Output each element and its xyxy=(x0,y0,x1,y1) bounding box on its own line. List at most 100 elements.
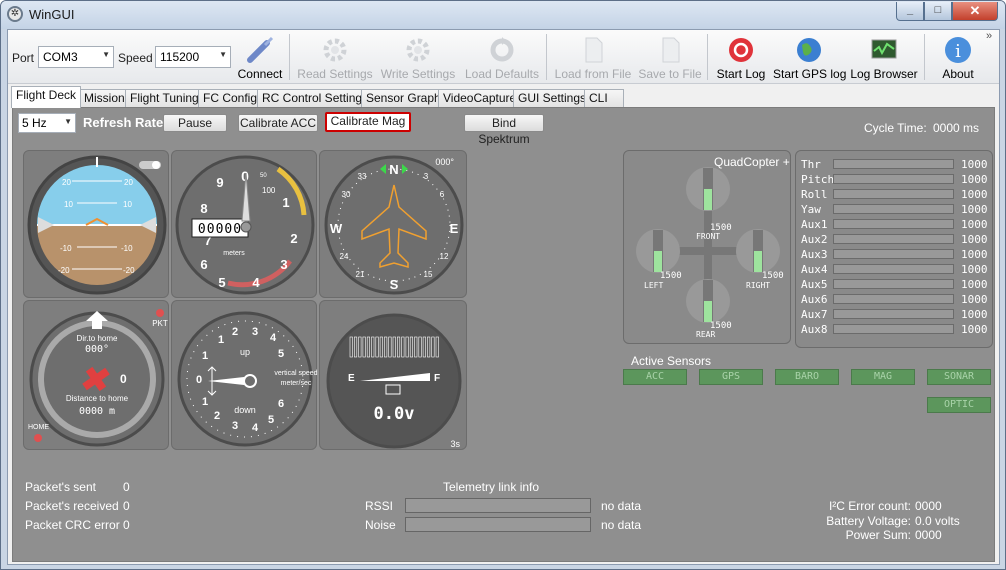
connect-plug-icon xyxy=(247,36,274,63)
tab-flight-tuning[interactable]: Flight Tuning xyxy=(125,89,204,107)
speed-select[interactable]: 115200 ▼ xyxy=(155,46,231,68)
altimeter-unit: meters xyxy=(223,250,245,257)
battery-empty-label: E xyxy=(348,373,355,384)
heading-north: N xyxy=(389,162,398,177)
connect-button[interactable]: Connect xyxy=(234,33,286,81)
read-settings-label: Read Settings xyxy=(297,67,373,81)
file-icon xyxy=(662,37,680,63)
rc-channel-row: Thr 1000 xyxy=(796,157,992,172)
rc-channel-bar xyxy=(833,174,954,184)
tab-sensor-graph[interactable]: Sensor Graph xyxy=(361,89,446,107)
rc-channel-value: 1000 xyxy=(961,323,988,336)
calibrate-mag-button[interactable]: Calibrate Mag xyxy=(325,112,411,132)
about-button[interactable]: i About xyxy=(930,33,986,81)
vario-number: 5 xyxy=(278,348,284,360)
pkt-label: PKT xyxy=(152,319,168,328)
motor-bar xyxy=(704,301,712,322)
sensor-mag: MAG xyxy=(851,369,915,385)
rc-channel-value: 1000 xyxy=(961,188,988,201)
vario-up-label: up xyxy=(240,347,250,357)
port-select[interactable]: COM3 ▼ xyxy=(38,46,114,68)
load-from-file-button[interactable]: Load from File xyxy=(552,33,634,81)
i2c-error-value: 0000 xyxy=(915,499,942,513)
attitude-tick-label: -10 xyxy=(121,244,133,253)
minimize-button[interactable]: _ xyxy=(896,2,924,21)
motor-bar xyxy=(704,189,712,210)
tab-gui-settings[interactable]: GUI Settings xyxy=(513,89,592,107)
write-settings-button[interactable]: Write Settings xyxy=(378,33,458,81)
noise-value: no data xyxy=(601,518,642,532)
rc-channel-name: Yaw xyxy=(801,203,821,216)
packet-crc-label: Packet CRC error xyxy=(25,518,120,532)
motor-bar xyxy=(654,251,662,272)
vario-number: 3 xyxy=(232,420,238,432)
port-label: Port xyxy=(12,51,35,65)
gear-icon xyxy=(406,38,430,62)
start-log-label: Start Log xyxy=(716,67,766,81)
battery-time: 3s xyxy=(450,439,460,449)
calibrate-acc-button[interactable]: Calibrate ACC xyxy=(238,114,318,132)
about-label: About xyxy=(942,67,974,81)
refresh-rate-select[interactable]: 5 Hz ▼ xyxy=(18,113,76,133)
rear-label: REAR xyxy=(696,330,716,339)
toolbar: Port COM3 ▼ Speed 115200 ▼ Connect Read Se… xyxy=(8,30,999,84)
rc-channel-name: Aux6 xyxy=(801,293,828,306)
altimeter-face: 0 1 2 3 4 5 6 7 8 9 50 100 00000 meters xyxy=(175,155,315,295)
tab-fc-config[interactable]: FC Config xyxy=(198,89,263,107)
heading-east: E xyxy=(450,221,459,236)
load-defaults-button[interactable]: Load Defaults xyxy=(462,33,542,81)
quad-diagram xyxy=(636,167,780,323)
rc-channel-row: Pitch 1000 xyxy=(796,172,992,187)
log-browser-button[interactable]: Log Browser xyxy=(849,33,919,81)
tab-videocapture[interactable]: VideoCapture xyxy=(438,89,522,107)
tab-mission[interactable]: Mission xyxy=(79,89,130,107)
rc-channel-name: Aux1 xyxy=(801,218,828,231)
rc-channel-bar xyxy=(833,279,954,289)
pause-button[interactable]: Pause xyxy=(163,114,227,132)
cycle-time-value: 0000 ms xyxy=(933,121,980,135)
rc-channel-bar xyxy=(833,219,954,229)
tab-flight-deck[interactable]: Flight Deck xyxy=(11,86,82,108)
close-button[interactable]: ✕ xyxy=(952,2,998,21)
motor-bar xyxy=(754,251,762,272)
noise-bar xyxy=(405,517,591,532)
heading-tick: 12 xyxy=(440,252,449,261)
vario-number: 4 xyxy=(270,332,277,344)
vario-unit-label: vertical speed xyxy=(274,370,317,377)
title-bar[interactable]: ✲ WinGUI _ □ ✕ xyxy=(1,1,1005,29)
chevron-down-icon: ▼ xyxy=(102,50,110,59)
read-settings-button[interactable]: Read Settings xyxy=(296,33,374,81)
maximize-button[interactable]: □ xyxy=(924,2,952,21)
start-gps-log-button[interactable]: Start GPS log xyxy=(773,33,846,81)
tab-cli[interactable]: CLI xyxy=(584,89,624,107)
rc-channel-name: Pitch xyxy=(801,173,835,186)
vario-number: 2 xyxy=(232,326,238,338)
heading-tick: 21 xyxy=(356,270,365,279)
heading-tick: 30 xyxy=(342,190,351,199)
start-log-button[interactable]: Start Log xyxy=(712,33,770,81)
front-label: FRONT xyxy=(696,232,721,241)
altimeter-number: 2 xyxy=(290,231,297,246)
tab-rc-control-settings[interactable]: RC Control Settings xyxy=(257,89,374,107)
chevron-down-icon: ▼ xyxy=(64,117,72,126)
telemetry-title: Telemetry link info xyxy=(443,480,540,494)
rc-channel-value: 1000 xyxy=(961,173,988,186)
rc-channel-row: Aux1 1000 xyxy=(796,217,992,232)
vario-number: 6 xyxy=(278,398,284,410)
save-to-file-button[interactable]: Save to File xyxy=(638,33,702,81)
rc-channel-name: Aux7 xyxy=(801,308,828,321)
heading-tick: 15 xyxy=(424,270,433,279)
toolbar-overflow-icon[interactable]: » xyxy=(986,30,992,42)
attitude-indicator: 20 20 10 10 -10 -10 -20 -20 xyxy=(23,150,169,298)
bind-spektrum-button[interactable]: Bind Spektrum xyxy=(464,114,544,146)
vario-face: 1 1 2 3 4 5 0 1 2 3 4 5 6 up down vertic… xyxy=(177,311,318,447)
heading-south: S xyxy=(390,277,399,292)
packet-crc-value: 0 xyxy=(123,518,130,532)
rc-channel-bar xyxy=(833,264,954,274)
home-face: PKT Dir.to home 000° 0 Distance to home … xyxy=(28,309,168,447)
toolbar-separator xyxy=(707,34,708,80)
attitude-tick-label: -20 xyxy=(123,266,135,275)
battery-voltage-label: Battery Voltage: xyxy=(826,514,911,528)
battery-voltage-value: 0.0 volts xyxy=(915,514,960,528)
altimeter-number: 4 xyxy=(252,275,260,290)
